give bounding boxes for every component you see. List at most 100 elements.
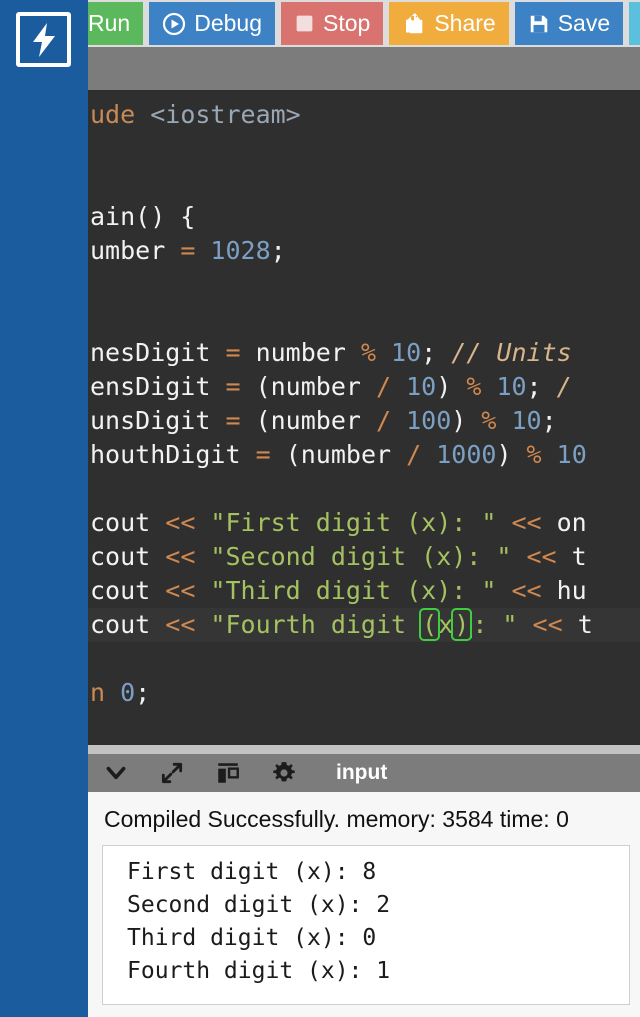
code-token: x xyxy=(438,610,454,639)
code-token: = xyxy=(255,440,286,469)
code-token: ain() { xyxy=(90,202,196,231)
code-lines: ude <iostream> ain() {umber = 1028; nesDig… xyxy=(88,90,640,710)
stop-square-icon xyxy=(294,13,315,34)
code-token: ; xyxy=(135,678,151,707)
code-token: % xyxy=(360,338,392,367)
code-token: (number xyxy=(285,440,407,469)
code-token: hu xyxy=(556,576,587,605)
code-token: "First digit (x): " xyxy=(210,508,512,537)
code-token: (number xyxy=(255,372,376,401)
lightning-bolt-icon xyxy=(32,22,55,57)
code-token: (number xyxy=(255,406,376,435)
output-line: Fourth digit (x): 1 xyxy=(127,958,391,984)
console-panel: Compiled Successfully. memory: 3584 time… xyxy=(88,792,640,1017)
code-token: ensDigit xyxy=(90,372,226,401)
code-token: houthDigit xyxy=(90,440,256,469)
compile-status-text: Compiled Successfully. memory: 3584 time… xyxy=(104,806,569,832)
run-button[interactable]: Run xyxy=(88,2,144,45)
code-token: ) xyxy=(451,608,473,641)
output-line: First digit (x): 8 xyxy=(127,859,377,885)
code-token: << xyxy=(526,542,572,571)
console-tab-input[interactable]: input xyxy=(336,761,387,785)
code-editor[interactable]: ude <iostream> ain() {umber = 1028; nesDig… xyxy=(88,90,640,745)
code-line: ude <iostream> xyxy=(88,98,640,132)
code-token: 10 xyxy=(406,372,437,401)
code-token: = xyxy=(225,406,256,435)
rail-edge xyxy=(85,0,88,1017)
code-token: n xyxy=(90,678,121,707)
beautify-button[interactable] xyxy=(629,2,640,45)
code-token: ) xyxy=(451,406,482,435)
code-token: 0 xyxy=(120,678,136,707)
code-token: "Fourth digit xyxy=(210,610,422,639)
code-token: << xyxy=(511,508,557,537)
code-token: 10 xyxy=(556,440,587,469)
code-token: << xyxy=(165,508,211,537)
code-token: 10 xyxy=(511,406,542,435)
code-line: nesDigit = number % 10; // Units xyxy=(88,336,640,370)
code-token: unsDigit xyxy=(90,406,226,435)
code-token: % xyxy=(466,372,497,401)
share-button-label: Share xyxy=(434,10,496,36)
code-token: "Second digit (x): " xyxy=(210,542,527,571)
code-token: cout xyxy=(90,542,166,571)
code-token: ude xyxy=(90,100,151,129)
code-token: << xyxy=(165,542,211,571)
code-line: umber = 1028; xyxy=(88,234,640,268)
share-icon xyxy=(402,12,426,36)
code-token: ) xyxy=(436,372,467,401)
code-token: 1028 xyxy=(210,236,271,265)
code-token: << xyxy=(165,610,211,639)
gear-icon[interactable] xyxy=(256,754,312,792)
code-token: / xyxy=(556,372,572,401)
code-token: ; xyxy=(526,372,557,401)
code-token: / xyxy=(406,440,437,469)
code-token: % xyxy=(481,406,512,435)
code-token: ( xyxy=(419,608,441,641)
expand-arrows-icon[interactable] xyxy=(144,754,200,792)
code-token: << xyxy=(511,576,557,605)
chevron-down-icon[interactable] xyxy=(88,754,144,792)
code-token: nesDigit xyxy=(90,338,226,367)
code-token: = xyxy=(225,338,256,367)
code-token: = xyxy=(225,372,256,401)
code-line: cout << "Third digit (x): " << hu xyxy=(88,574,640,608)
floppy-disk-icon xyxy=(528,13,550,35)
code-token: number xyxy=(255,338,361,367)
output-line: Third digit (x): 0 xyxy=(127,925,377,951)
code-token: : " xyxy=(472,610,533,639)
code-line: cout << "Fourth digit (x): " << t xyxy=(88,608,640,642)
code-token: cout xyxy=(90,508,166,537)
code-token: cout xyxy=(90,610,166,639)
code-line: houthDigit = (number / 1000) % 10 xyxy=(88,438,640,472)
run-button-label: Run xyxy=(88,10,131,36)
debug-button[interactable]: Debug xyxy=(149,2,275,45)
code-token: "Third digit (x): " xyxy=(210,576,512,605)
code-token: % xyxy=(526,440,557,469)
code-token: << xyxy=(532,610,578,639)
code-token: 10 xyxy=(391,338,422,367)
code-token: = xyxy=(180,236,211,265)
code-token: << xyxy=(165,576,211,605)
stop-button[interactable]: Stop xyxy=(280,2,384,45)
share-button[interactable]: Share xyxy=(389,2,509,45)
output-line: Second digit (x): 2 xyxy=(127,892,391,918)
code-token: ; xyxy=(541,406,557,435)
app-logo[interactable] xyxy=(16,12,71,67)
jdoodle-ide-window: Run Debug Stop Share Save ude <iostream> ain(… xyxy=(0,0,640,1017)
code-token: cout xyxy=(90,576,166,605)
code-token: t xyxy=(577,610,593,639)
layout-panel-icon[interactable] xyxy=(200,754,256,792)
console-toolbar: input xyxy=(88,754,640,792)
play-circle-icon xyxy=(162,12,186,36)
code-token: umber xyxy=(90,236,181,265)
console-resize-handle[interactable] xyxy=(88,745,640,754)
save-button[interactable]: Save xyxy=(514,2,624,45)
code-token: ; xyxy=(421,338,452,367)
code-token: t xyxy=(571,542,587,571)
